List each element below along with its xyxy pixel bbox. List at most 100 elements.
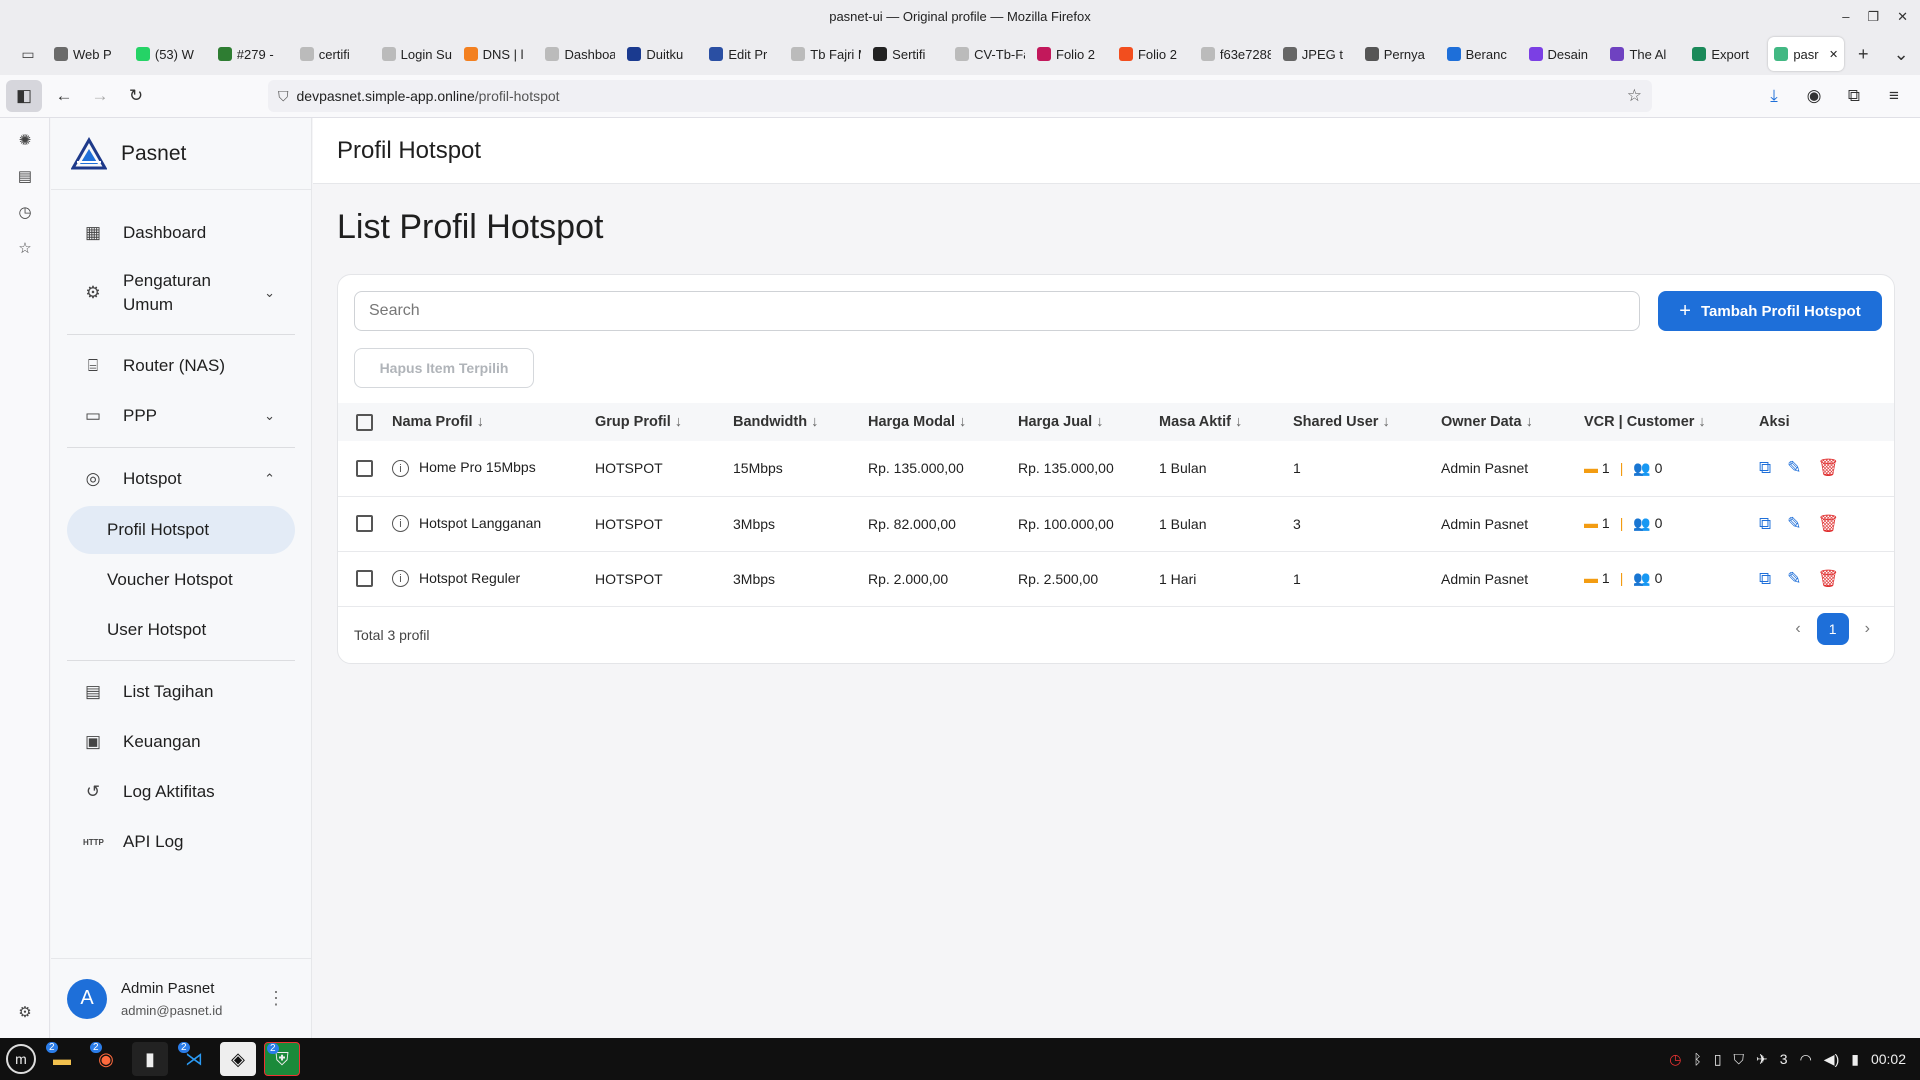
column-header[interactable]: Masa Aktif ↓ [1159,403,1293,441]
info-icon[interactable]: i [392,515,409,533]
info-icon[interactable]: i [392,570,409,588]
browser-tab[interactable]: pasr ✕ [1768,37,1845,71]
sort-arrow-icon[interactable]: ↓ [1382,414,1389,430]
sort-arrow-icon[interactable]: ↓ [675,414,682,430]
sort-arrow-icon[interactable]: ↓ [1096,414,1103,430]
list-tabs-icon[interactable]: ⌄ [1882,37,1920,71]
volume-icon[interactable]: ◀) [1824,1051,1839,1068]
browser-tab[interactable]: Beranc [1441,37,1523,71]
customize-sidebar-icon[interactable]: ⚙ [0,994,50,1030]
edit-pencil-icon[interactable]: ✎ [1787,514,1801,534]
sort-arrow-icon[interactable]: ↓ [959,414,966,430]
copy-icon[interactable]: ⧉ [1759,458,1771,478]
browser-tab[interactable]: Dashboard [539,37,621,71]
sort-arrow-icon[interactable]: ↓ [477,414,484,430]
copy-icon[interactable]: ⧉ [1759,514,1771,534]
shield-icon[interactable]: ⛉ [1734,1051,1745,1068]
sidebar-subitem-voucher-hotspot[interactable]: Voucher Hotspot [67,556,295,604]
browser-tab[interactable]: f63e7288 [1195,37,1277,71]
browser-tab[interactable]: Folio 2 [1031,37,1113,71]
browser-tab[interactable]: Export [1686,37,1768,71]
files-icon[interactable]: 2 ▬ [44,1042,80,1076]
browser-tab[interactable]: Desain [1523,37,1605,71]
chevron-right-icon[interactable]: › [1865,620,1870,638]
column-header[interactable]: Nama Profil ↓ [392,403,595,441]
sidebar-item-dashboard[interactable]: ▦ Dashboard [67,208,295,258]
reload-icon[interactable]: ↻ [118,80,154,112]
sidebar-item-list-tagihan[interactable]: ▤ List Tagihan [67,667,295,717]
synced-tabs-icon[interactable]: ▤ [0,158,50,194]
sidebar-item-api-log[interactable]: HTTP API Log [67,817,295,867]
bluetooth-icon[interactable]: ᛒ [1693,1051,1701,1067]
tab-close-icon[interactable]: ✕ [1829,48,1838,61]
maximize-icon[interactable]: ❐ [1867,9,1879,25]
browser-tab[interactable]: Pernya [1359,37,1441,71]
start-menu-icon[interactable]: m [6,1044,36,1074]
account-icon[interactable]: ◉ [1796,80,1832,112]
sidebar-item-keuangan[interactable]: ▣ Keuangan [67,717,295,767]
browser-tab[interactable]: #279 - [212,37,294,71]
browser-tab[interactable]: Sertifi [867,37,949,71]
sidebar-subitem-profil-hotspot[interactable]: Profil Hotspot [67,506,295,554]
browser-tab[interactable]: Edit Pr [703,37,785,71]
row-checkbox[interactable] [356,460,373,478]
sidebar-toggle-icon[interactable]: ◧ [6,80,42,112]
browser-tab[interactable]: (53) W [130,37,212,71]
browser-tab[interactable]: CV-Tb-Fajr [949,37,1031,71]
select-all-checkbox[interactable] [356,413,373,431]
sidebar-item-log-aktifitas[interactable]: ↺ Log Aktifitas [67,767,295,817]
column-header[interactable]: Owner Data ↓ [1441,403,1584,441]
column-header[interactable]: Grup Profil ↓ [595,403,733,441]
browser-tab[interactable]: Web P [48,37,130,71]
column-header[interactable]: Aksi [1759,403,1894,441]
column-header[interactable]: Harga Jual ↓ [1018,403,1159,441]
trash-icon[interactable]: 🗑 [1817,458,1839,478]
history-icon[interactable]: ◷ [0,194,50,230]
notifications-icon[interactable]: ✈ [1756,1051,1768,1068]
sort-arrow-icon[interactable]: ↓ [811,414,818,430]
clipboard-icon[interactable]: ▯ [1714,1051,1722,1068]
trash-icon[interactable]: 🗑 [1817,569,1839,589]
downloads-icon[interactable]: ⤓ [1756,80,1792,112]
extensions-icon[interactable]: ⧉ [1836,80,1872,112]
browser-tab[interactable]: Duitku [621,37,703,71]
vscode-icon[interactable]: 2 ⋊ [176,1042,212,1076]
table-row[interactable]: i Hotspot Langganan HOTSPOT 3Mbps Rp. 82.000… [338,496,1894,551]
browser-tab[interactable]: Folio 2 [1113,37,1195,71]
back-icon[interactable]: ← [46,80,82,112]
sort-arrow-icon[interactable]: ↓ [1698,414,1705,430]
delete-selected-button[interactable]: Hapus Item Terpilih [354,348,534,388]
page-button[interactable]: 1 [1816,613,1849,645]
row-checkbox[interactable] [356,515,373,533]
column-header[interactable]: Harga Modal ↓ [868,403,1018,441]
forward-icon[interactable]: → [82,80,118,112]
info-icon[interactable]: i [392,460,409,478]
url-bar[interactable]: ⛉ devpasnet.simple-app.online/profil-hot… [268,80,1652,112]
browser-tab[interactable]: JPEG t [1277,37,1359,71]
sort-arrow-icon[interactable]: ↓ [1526,414,1533,430]
table-row[interactable]: i Home Pro 15Mbps HOTSPOT 15Mbps Rp. 135.000… [338,441,1894,496]
menu-icon[interactable]: ≡ [1876,80,1912,112]
trash-icon[interactable]: 🗑 [1817,514,1839,534]
new-tab-icon[interactable]: + [1844,37,1882,71]
sidebar-item-hotspot[interactable]: ◎ Hotspot ⌃ [67,454,295,504]
table-row[interactable]: i Hotspot Reguler HOTSPOT 3Mbps Rp. 2.000,00… [338,551,1894,606]
chevron-left-icon[interactable]: ‹ [1795,620,1800,638]
sidebar-item-router[interactable]: ⌸ Router (NAS) [67,341,295,391]
sort-arrow-icon[interactable]: ↓ [1235,414,1242,430]
more-vertical-icon[interactable]: ⋮ [267,988,285,1009]
browser-tab[interactable]: DNS | l [458,37,540,71]
user-profile[interactable]: A Admin Pasnet admin@pasnet.id ⋮ [51,958,311,1038]
add-profile-button[interactable]: + Tambah Profil Hotspot [1658,291,1882,331]
bookmarks-icon[interactable]: ☆ [0,230,50,266]
firefox-icon[interactable]: 2 ◉ [88,1042,124,1076]
column-header[interactable]: Bandwidth ↓ [733,403,868,441]
edit-pencil-icon[interactable]: ✎ [1787,569,1801,589]
sidebar-item-ppp[interactable]: ▭ PPP ⌄ [67,391,295,441]
column-header[interactable]: VCR | Customer ↓ [1584,403,1759,441]
brand[interactable]: Pasnet [51,118,311,190]
row-checkbox[interactable] [356,570,373,588]
browser-tab[interactable]: Login Sup [376,37,458,71]
browser-tab[interactable]: The Al [1604,37,1686,71]
search-input[interactable] [354,291,1640,331]
